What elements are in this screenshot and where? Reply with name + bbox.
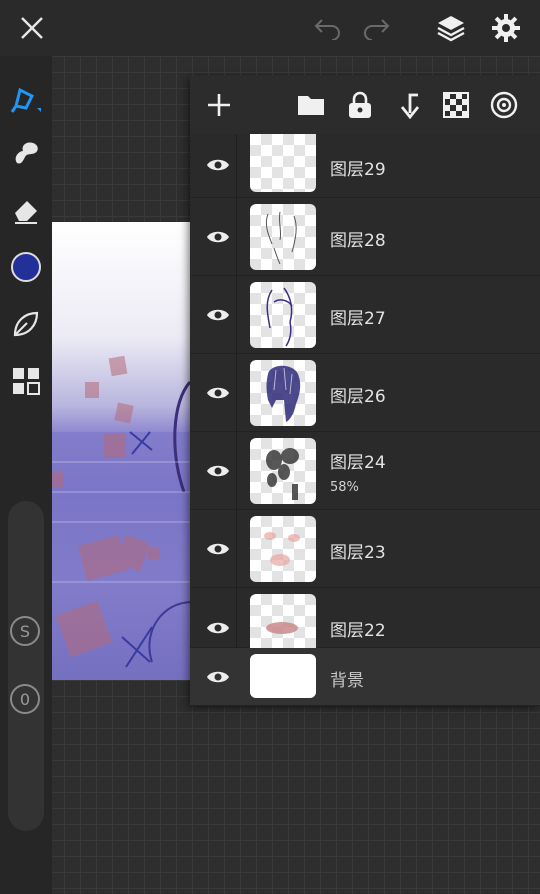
brush-size-slider[interactable] — [8, 501, 44, 831]
folder-icon[interactable] — [291, 85, 331, 125]
checker-icon[interactable] — [436, 85, 476, 125]
reference-icon[interactable] — [484, 85, 524, 125]
eye-icon[interactable] — [198, 145, 238, 185]
left-toolbar: S 0 — [0, 56, 52, 894]
layer-name: 图层26 — [330, 387, 386, 407]
layers-toolbar — [190, 76, 540, 134]
layer-name: 图层24 — [330, 453, 386, 473]
gear-icon[interactable] — [486, 8, 526, 48]
layer-thumbnail — [250, 134, 316, 192]
leaf-brush-icon[interactable] — [6, 304, 46, 344]
layers-icon[interactable] — [431, 8, 471, 48]
layer-thumbnail — [250, 438, 316, 504]
eraser-icon[interactable] — [6, 190, 46, 230]
eye-icon[interactable] — [198, 295, 238, 335]
eye-icon[interactable] — [198, 217, 238, 257]
add-layer-icon[interactable] — [199, 85, 239, 125]
eye-icon[interactable] — [198, 657, 238, 697]
layer-thumbnail — [250, 516, 316, 582]
layer-row[interactable]: 图层28 — [190, 198, 540, 276]
redo-icon[interactable] — [356, 8, 396, 48]
layer-row[interactable]: 图层23 — [190, 510, 540, 588]
undo-icon[interactable] — [308, 8, 348, 48]
layer-thumbnail — [250, 282, 316, 348]
layer-thumbnail — [250, 594, 316, 648]
layer-name: 图层29 — [330, 160, 386, 180]
layer-name: 图层22 — [330, 621, 386, 641]
eye-icon[interactable] — [198, 451, 238, 491]
layer-row[interactable]: 图层26 — [190, 354, 540, 432]
eye-icon[interactable] — [198, 373, 238, 413]
layer-row[interactable]: 图层29 — [190, 134, 540, 198]
close-icon[interactable] — [12, 8, 52, 48]
opacity-button[interactable]: 0 — [10, 684, 40, 714]
layer-name: 图层27 — [330, 309, 386, 329]
eye-icon[interactable] — [198, 529, 238, 569]
layer-row[interactable]: 图层24 58% — [190, 432, 540, 510]
layer-thumbnail — [250, 654, 316, 698]
layers-panel: 图层29 图层28 图层27 图层26 图层24 58% 图层23 图层22 背… — [190, 76, 540, 706]
layer-row[interactable]: 图层27 — [190, 276, 540, 354]
layer-name: 图层28 — [330, 231, 386, 251]
color-swatch[interactable] — [6, 247, 46, 287]
layer-name: 图层23 — [330, 543, 386, 563]
layer-opacity: 58% — [330, 480, 359, 495]
size-button[interactable]: S — [10, 616, 40, 646]
pen-tool-icon[interactable] — [6, 78, 46, 118]
merge-down-icon[interactable] — [388, 85, 428, 125]
smudge-icon[interactable] — [6, 132, 46, 172]
top-bar — [0, 0, 540, 56]
grid-icon[interactable] — [6, 361, 46, 401]
layer-thumbnail — [250, 204, 316, 270]
layer-row[interactable]: 图层22 — [190, 588, 540, 648]
layer-thumbnail — [250, 360, 316, 426]
artwork-canvas[interactable] — [52, 222, 192, 680]
background-layer-row[interactable]: 背景 — [190, 648, 540, 706]
background-label: 背景 — [330, 671, 364, 691]
lock-icon[interactable] — [340, 85, 380, 125]
eye-icon[interactable] — [198, 608, 238, 648]
